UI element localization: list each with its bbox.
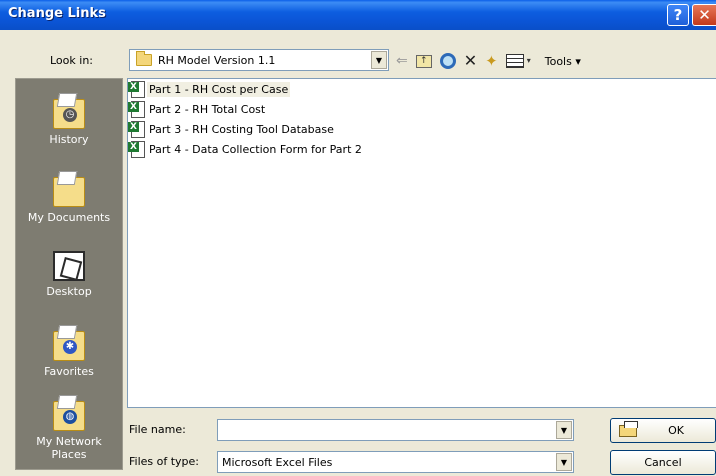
look-in-dropdown-button[interactable]: ▼ xyxy=(371,51,387,69)
file-name: Part 1 - RH Cost per Case xyxy=(147,81,291,97)
views-icon[interactable] xyxy=(505,54,524,68)
places-label: My Documents xyxy=(27,211,111,224)
desktop-icon xyxy=(53,251,85,281)
places-item-my-network-places[interactable]: ◍ My Network Places xyxy=(16,401,122,461)
places-bar: ◷ History My Documents Desktop ✱ Favorit… xyxy=(15,78,123,470)
views-dropdown-icon[interactable]: ▾ xyxy=(527,51,531,71)
file-name-combobox[interactable]: ▼ xyxy=(217,419,574,441)
file-type-label: Files of type: xyxy=(129,455,200,468)
file-type-value: Microsoft Excel Files xyxy=(222,455,333,469)
open-folder-icon xyxy=(619,420,638,437)
title-bar: Change Links ? ✕ xyxy=(0,0,716,30)
file-name-label: File name: xyxy=(129,423,186,436)
places-item-favorites[interactable]: ✱ Favorites xyxy=(16,331,122,378)
delete-icon[interactable]: ✕ xyxy=(464,51,477,71)
places-label: My Network Places xyxy=(36,435,102,461)
folder-icon xyxy=(136,51,152,66)
excel-file-icon: X xyxy=(128,100,146,118)
file-name-dropdown-button[interactable]: ▼ xyxy=(556,421,572,439)
history-icon: ◷ xyxy=(53,99,85,129)
file-row[interactable]: X Part 1 - RH Cost per Case xyxy=(128,79,716,99)
up-one-level-icon[interactable]: ↑ xyxy=(415,54,432,68)
file-name: Part 2 - RH Total Cost xyxy=(149,102,266,116)
ok-button-label: OK xyxy=(668,424,684,437)
close-button[interactable]: ✕ xyxy=(692,4,716,26)
file-row[interactable]: X Part 2 - RH Total Cost xyxy=(128,99,716,119)
places-item-history[interactable]: ◷ History xyxy=(16,99,122,146)
places-label: Favorites xyxy=(44,365,94,378)
cancel-button[interactable]: Cancel xyxy=(610,450,716,475)
file-type-combobox[interactable]: Microsoft Excel Files ▼ xyxy=(217,451,574,473)
new-folder-icon[interactable]: ✦ xyxy=(485,51,498,71)
excel-file-icon: X xyxy=(128,120,146,138)
look-in-label: Look in: xyxy=(50,54,93,67)
places-label: Desktop xyxy=(46,285,92,298)
file-row[interactable]: X Part 3 - RH Costing Tool Database xyxy=(128,119,716,139)
favorites-icon: ✱ xyxy=(53,331,85,361)
toolbar: ⇐ ↑ ✕ ✦ ▾ Tools ▾ xyxy=(396,50,581,72)
tools-menu[interactable]: Tools ▾ xyxy=(545,55,581,68)
my-documents-icon xyxy=(53,177,85,207)
ok-button[interactable]: OK xyxy=(610,418,716,443)
cancel-button-label: Cancel xyxy=(644,456,682,469)
excel-file-icon: X xyxy=(128,140,146,158)
file-list[interactable]: X Part 1 - RH Cost per Case X Part 2 - R… xyxy=(127,78,716,408)
look-in-combobox[interactable]: RH Model Version 1.1 ▼ xyxy=(129,49,389,71)
network-places-icon: ◍ xyxy=(53,401,85,431)
excel-file-icon: X xyxy=(128,80,146,98)
help-button[interactable]: ? xyxy=(667,4,689,26)
places-label: History xyxy=(49,133,89,146)
window-title: Change Links xyxy=(8,6,106,21)
places-item-my-documents[interactable]: My Documents xyxy=(16,177,122,224)
look-in-value: RH Model Version 1.1 xyxy=(158,53,276,67)
file-type-dropdown-button[interactable]: ▼ xyxy=(556,453,572,471)
search-web-icon[interactable] xyxy=(439,53,456,69)
places-item-desktop[interactable]: Desktop xyxy=(16,251,122,298)
file-name: Part 4 - Data Collection Form for Part 2 xyxy=(149,142,362,156)
back-arrow-icon[interactable]: ⇐ xyxy=(396,51,408,71)
file-name: Part 3 - RH Costing Tool Database xyxy=(149,122,334,136)
file-row[interactable]: X Part 4 - Data Collection Form for Part… xyxy=(128,139,716,159)
